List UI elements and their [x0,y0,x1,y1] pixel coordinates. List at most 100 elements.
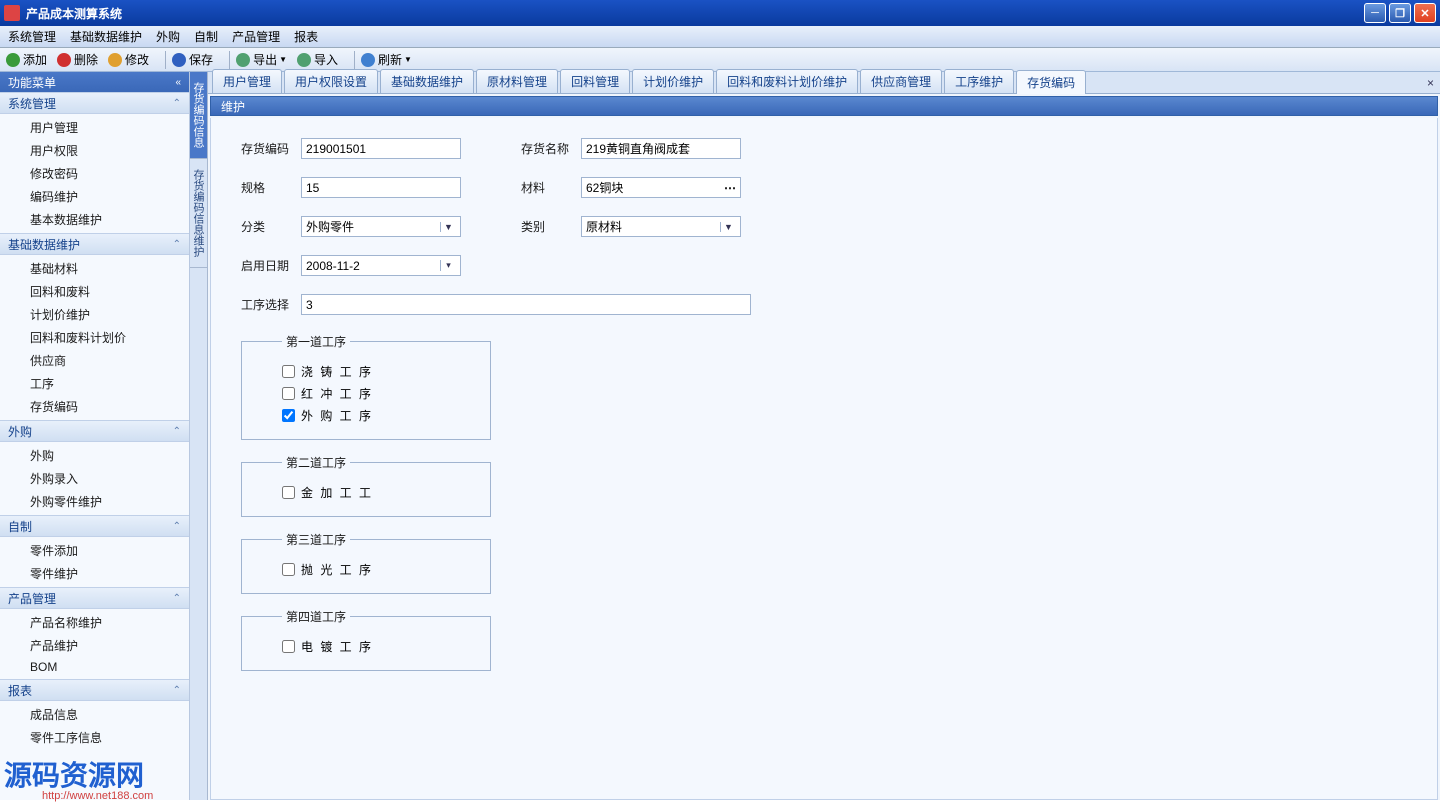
tab[interactable]: 回料和废料计划价维护 [716,69,858,93]
minimize-button[interactable]: ─ [1364,3,1386,23]
sidebar-item[interactable]: 成品信息 [0,703,189,726]
tab[interactable]: 供应商管理 [860,69,942,93]
tab[interactable]: 存货编码 [1016,70,1086,94]
tab[interactable]: 用户权限设置 [284,69,378,93]
delete-button[interactable]: 删除 [57,51,98,68]
close-button[interactable]: ✕ [1414,3,1436,23]
checkbox[interactable] [282,486,295,499]
checkbox[interactable] [282,563,295,576]
refresh-button[interactable]: 刷新▼ [361,51,412,68]
tab-close-icon[interactable]: × [1427,76,1434,90]
content: 用户管理用户权限设置基础数据维护原材料管理回料管理计划价维护回料和废料计划价维护… [208,72,1440,800]
watermark-text: 源码资源网 [4,754,144,794]
tab[interactable]: 计划价维护 [632,69,714,93]
checkbox-label: 红 冲 工 序 [301,385,373,402]
checkbox[interactable] [282,640,295,653]
input-code[interactable] [301,138,461,159]
sidebar-item[interactable]: 用户管理 [0,116,189,139]
sidebar-item[interactable]: 零件添加 [0,539,189,562]
group-header[interactable]: 外购⌃ [0,420,189,442]
sidebar-item[interactable]: 外购零件维护 [0,490,189,513]
ellipsis-icon[interactable]: ⋯ [724,181,736,195]
group-header[interactable]: 自制⌃ [0,515,189,537]
sidebar-item[interactable]: 基本数据维护 [0,208,189,231]
sidebar-item[interactable]: 供应商 [0,349,189,372]
checkbox-row[interactable]: 电 镀 工 序 [282,638,450,655]
sidebar-item[interactable]: 产品名称维护 [0,611,189,634]
group-header[interactable]: 产品管理⌃ [0,587,189,609]
checkbox[interactable] [282,365,295,378]
sidebar-item[interactable]: 用户权限 [0,139,189,162]
checkbox-label: 浇 铸 工 序 [301,363,373,380]
input-proc[interactable] [301,294,751,315]
sidebar-item[interactable]: 存货编码 [0,395,189,418]
tab[interactable]: 回料管理 [560,69,630,93]
import-button[interactable]: 导入 [297,51,338,68]
checkbox-row[interactable]: 抛 光 工 序 [282,561,450,578]
menu-sys[interactable]: 系统管理 [8,28,56,45]
group-header[interactable]: 报表⌃ [0,679,189,701]
lookup-material[interactable]: 62铜块⋯ [581,177,741,198]
combo-type[interactable]: 原材料▼ [581,216,741,237]
combo-category[interactable]: 外购零件▼ [301,216,461,237]
sidebar-item[interactable]: 回料和废料 [0,280,189,303]
form-area: 存货编码 存货名称 规格 材料 62铜块⋯ 分类 外购零件▼ 类别 原材料▼ 启… [210,118,1438,800]
chevron-down-icon[interactable]: ▼ [440,222,456,232]
vtab-info[interactable]: 存货编码信息 [190,72,207,159]
refresh-icon [361,53,375,67]
sidebar-item[interactable]: 外购录入 [0,467,189,490]
sidebar-item[interactable]: 产品维护 [0,634,189,657]
chevron-up-icon: ⌃ [173,685,181,696]
sidebar-item[interactable]: BOM [0,657,189,677]
modify-button[interactable]: 修改 [108,51,149,68]
sidebar-item[interactable]: 零件维护 [0,562,189,585]
sidebar-item[interactable]: 编码维护 [0,185,189,208]
watermark-url: http://www.net188.com [42,790,153,802]
chevron-down-icon[interactable]: ▾ [440,260,456,271]
app-icon [4,5,20,21]
checkbox[interactable] [282,409,295,422]
save-button[interactable]: 保存 [172,51,213,68]
modify-icon [108,53,122,67]
chevron-up-icon: ⌃ [173,98,181,109]
checkbox-row[interactable]: 外 购 工 序 [282,407,450,424]
add-icon [6,53,20,67]
menu-prod[interactable]: 产品管理 [232,28,280,45]
sidebar-item[interactable]: 修改密码 [0,162,189,185]
maximize-button[interactable]: ❐ [1389,3,1411,23]
date-picker[interactable]: 2008-11-2▾ [301,255,461,276]
input-name[interactable] [581,138,741,159]
tab[interactable]: 工序维护 [944,69,1014,93]
sidebar-item[interactable]: 外购 [0,444,189,467]
group-header[interactable]: 基础数据维护⌃ [0,233,189,255]
add-button[interactable]: 添加 [6,51,47,68]
sidebar-item[interactable]: 零件工序信息 [0,726,189,749]
menu-make[interactable]: 自制 [194,28,218,45]
vtab-maint[interactable]: 存货编码信息维护 [190,159,207,268]
process-group: 第三道工序抛 光 工 序 [241,531,491,594]
menu-report[interactable]: 报表 [294,28,318,45]
sidebar-item[interactable]: 计划价维护 [0,303,189,326]
menu-buy[interactable]: 外购 [156,28,180,45]
sidebar: 功能菜单« 系统管理⌃用户管理用户权限修改密码编码维护基本数据维护基础数据维护⌃… [0,72,190,800]
export-button[interactable]: 导出▼ [236,51,287,68]
chevron-up-icon: ⌃ [173,239,181,250]
tab-strip: 用户管理用户权限设置基础数据维护原材料管理回料管理计划价维护回料和废料计划价维护… [208,72,1440,94]
group-legend: 第四道工序 [282,608,350,625]
tab[interactable]: 用户管理 [212,69,282,93]
checkbox-row[interactable]: 金 加 工 工 [282,484,450,501]
menu-base[interactable]: 基础数据维护 [70,28,142,45]
sidebar-item[interactable]: 回料和废料计划价 [0,326,189,349]
collapse-icon[interactable]: « [175,77,181,88]
input-spec[interactable] [301,177,461,198]
checkbox-row[interactable]: 浇 铸 工 序 [282,363,450,380]
sidebar-item[interactable]: 基础材料 [0,257,189,280]
group-header[interactable]: 系统管理⌃ [0,92,189,114]
sidebar-item[interactable]: 工序 [0,372,189,395]
label-date: 启用日期 [241,257,301,274]
checkbox[interactable] [282,387,295,400]
chevron-down-icon[interactable]: ▼ [720,222,736,232]
tab[interactable]: 基础数据维护 [380,69,474,93]
tab[interactable]: 原材料管理 [476,69,558,93]
checkbox-row[interactable]: 红 冲 工 序 [282,385,450,402]
